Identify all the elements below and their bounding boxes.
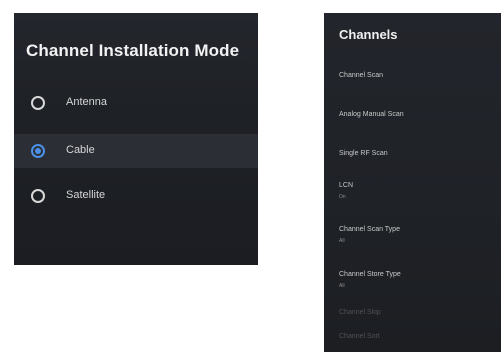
menu-item-channel-sort[interactable]: Channel Sort <box>324 333 501 352</box>
option-label-antenna: Antenna <box>66 96 107 108</box>
menu-item-label: LCN <box>339 182 354 189</box>
screenshot-stage: Channel Installation Mode Antenna Cable … <box>0 0 501 352</box>
menu-item-single-rf-scan[interactable]: Single RF Scan <box>324 150 501 180</box>
menu-item-value: All <box>339 238 345 244</box>
channels-menu-panel: Channels Channel Scan Analog Manual Scan… <box>324 13 501 352</box>
menu-title: Channels <box>339 27 398 42</box>
channel-installation-mode-dialog: Channel Installation Mode Antenna Cable … <box>14 13 258 265</box>
menu-item-label: Channel Skip <box>339 309 381 316</box>
menu-item-label: Channel Store Type <box>339 271 401 278</box>
menu-item-channel-store-type[interactable]: Channel Store Type All <box>324 271 501 301</box>
radio-antenna[interactable] <box>31 96 45 110</box>
menu-item-label: Channel Scan <box>339 72 383 79</box>
option-antenna[interactable]: Antenna <box>14 86 258 120</box>
menu-item-label: Analog Manual Scan <box>339 111 404 118</box>
dialog-title: Channel Installation Mode <box>26 41 240 60</box>
menu-item-label: Channel Sort <box>339 333 380 340</box>
menu-item-lcn[interactable]: LCN On <box>324 182 501 212</box>
menu-item-label: Channel Scan Type <box>339 226 400 233</box>
menu-item-analog-manual-scan[interactable]: Analog Manual Scan <box>324 111 501 141</box>
menu-item-value: All <box>339 283 345 289</box>
menu-item-label: Single RF Scan <box>339 150 388 157</box>
menu-item-channel-scan[interactable]: Channel Scan <box>324 72 501 102</box>
radio-satellite[interactable] <box>31 189 45 203</box>
option-label-satellite: Satellite <box>66 189 106 201</box>
option-satellite[interactable]: Satellite <box>14 179 258 213</box>
menu-item-value: On <box>339 194 346 200</box>
option-cable[interactable]: Cable <box>14 134 258 168</box>
menu-item-channel-scan-type[interactable]: Channel Scan Type All <box>324 226 501 256</box>
radio-cable[interactable] <box>31 144 45 158</box>
option-label-cable: Cable <box>66 144 95 156</box>
